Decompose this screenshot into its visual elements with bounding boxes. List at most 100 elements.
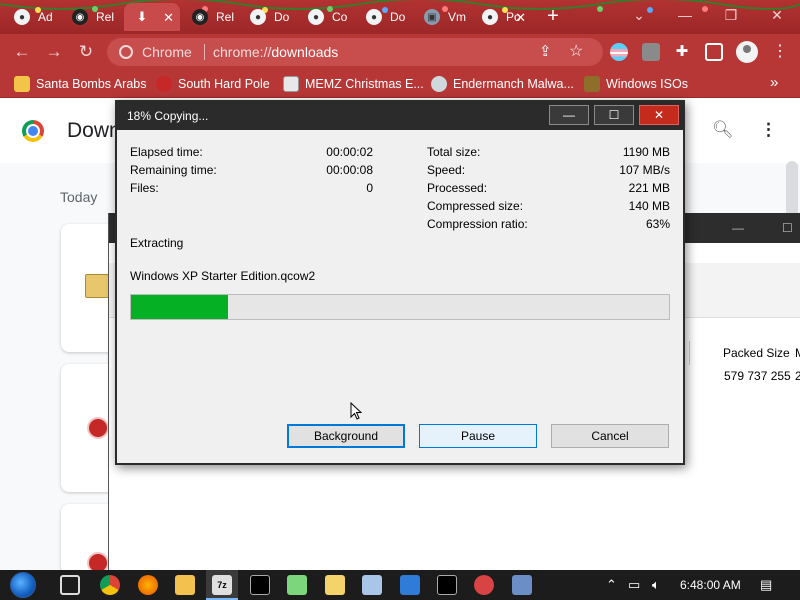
firefox-taskbar-icon[interactable]	[138, 575, 158, 595]
minimize-button[interactable]: —	[662, 0, 708, 30]
flag-extension-icon[interactable]	[610, 43, 628, 61]
start-button[interactable]	[10, 572, 36, 598]
packed-size-column-header[interactable]: Packed Size	[723, 346, 790, 360]
task-view-icon[interactable]	[60, 575, 80, 595]
profile-avatar[interactable]	[736, 41, 758, 63]
tab-do-2[interactable]: ● Do	[356, 3, 412, 31]
address-separator	[204, 44, 205, 60]
url-prefix: chrome://	[213, 44, 272, 60]
bookmark-star-icon[interactable]: ☆	[569, 41, 583, 61]
network-taskbar-icon[interactable]	[362, 575, 382, 595]
bookmark-santa-bombs-arabs[interactable]: Santa Bombs Arabs	[14, 76, 146, 92]
browser-toolbar: ← → ↻ Chrome chrome://downloads ⇪ ☆ ✚ ⋮	[0, 34, 800, 70]
console-taskbar-icon[interactable]	[437, 575, 457, 595]
more-bookmarks-chevron-icon[interactable]: »	[770, 74, 778, 91]
elapsed-time-value: 00:00:02	[326, 145, 373, 159]
total-size-value: 1190 MB	[622, 145, 670, 159]
background-button[interactable]: Background	[287, 424, 405, 448]
chrome-taskbar-icon[interactable]	[100, 575, 120, 595]
tab-search-button[interactable]: ⌄	[616, 0, 662, 30]
tab-downloads[interactable]: ⬇ ✕	[124, 3, 180, 31]
address-bar[interactable]: Chrome chrome://downloads ⇪ ☆	[107, 38, 603, 66]
7zip-taskbar-icon[interactable]: 7z	[212, 575, 232, 595]
elapsed-time-label: Elapsed time:	[130, 145, 203, 159]
tab-label: Vm	[448, 10, 466, 24]
globe-icon: ●	[308, 9, 324, 25]
url-page: downloads	[271, 44, 339, 60]
gift-taskbar-icon[interactable]	[474, 575, 494, 595]
url-text[interactable]: chrome://downloads	[213, 44, 338, 60]
compression-ratio-value: 63%	[645, 217, 670, 231]
close-window-button[interactable]: ✕	[754, 0, 800, 30]
network-tray-icon[interactable]: ▭	[628, 577, 640, 593]
minimize-icon[interactable]: —	[732, 221, 772, 235]
tab-github-release-2[interactable]: ◉ Rel	[182, 3, 238, 31]
chrome-logo-icon	[22, 120, 44, 142]
s-extension-icon[interactable]	[642, 43, 660, 61]
show-hidden-icons-icon[interactable]: ⌃	[606, 577, 617, 593]
side-panel-icon[interactable]	[705, 43, 723, 61]
processed-value: 221 MB	[628, 181, 670, 195]
globe-icon: ●	[250, 9, 266, 25]
close-tab-icon[interactable]: ✕	[163, 10, 174, 26]
bookmark-endermanch-malware[interactable]: Endermanch Malwa...	[431, 76, 574, 92]
globe-icon: ●	[482, 9, 498, 25]
tab-co[interactable]: ● Co	[298, 3, 354, 31]
compression-ratio-label: Compression ratio:	[427, 217, 528, 231]
dialog-maximize-button[interactable]: ☐	[594, 105, 634, 125]
bookmark-memz-christmas[interactable]: MEMZ Christmas E...	[283, 76, 424, 92]
archive-file-icon	[85, 274, 109, 298]
dialog-close-button[interactable]: ✕	[639, 105, 679, 125]
restore-button[interactable]: ❐	[708, 0, 754, 30]
tab-ad[interactable]: ● Ad	[4, 3, 60, 31]
cancel-button[interactable]: Cancel	[551, 424, 669, 448]
maximize-icon[interactable]: ☐	[782, 221, 800, 235]
github-icon: ◉	[72, 9, 88, 25]
operation-label: Extracting	[130, 236, 184, 250]
share-icon[interactable]: ⇪	[539, 42, 552, 60]
bookmark-windows-isos[interactable]: Windows ISOs	[584, 76, 688, 92]
dialog-minimize-button[interactable]: —	[549, 105, 589, 125]
taskbar-clock[interactable]: 6:48:00 AM	[680, 578, 741, 592]
puzzle-extensions-icon[interactable]: ✚	[673, 43, 691, 61]
new-tab-button[interactable]: +	[542, 5, 564, 27]
globe-icon: ●	[14, 9, 30, 25]
close-tab-icon[interactable]: ✕	[515, 10, 526, 26]
edit-taskbar-icon[interactable]	[325, 575, 345, 595]
command-prompt-taskbar-icon[interactable]	[250, 575, 270, 595]
monitor-taskbar-icon[interactable]	[512, 575, 532, 595]
tab-do-1[interactable]: ● Do	[240, 3, 296, 31]
tab-label: Rel	[96, 10, 115, 24]
reload-button[interactable]: ↻	[76, 42, 96, 62]
date-section-heading: Today	[60, 189, 98, 205]
globe-icon: ●	[366, 9, 382, 25]
more-options-icon[interactable]: ⋮	[760, 120, 777, 140]
tab-github-release-1[interactable]: ◉ Rel	[62, 3, 118, 31]
search-icon[interactable]: 🔍︎	[712, 120, 734, 140]
remaining-time-value: 00:00:08	[326, 163, 373, 177]
current-file-name: Windows XP Starter Edition.qcow2	[130, 269, 316, 283]
file-explorer-taskbar-icon[interactable]	[175, 575, 195, 595]
bookmark-south-hard-pole[interactable]: South Hard Pole	[156, 76, 270, 92]
next-column-header[interactable]: M	[795, 346, 800, 360]
bookmark-label: Santa Bombs Arabs	[36, 77, 147, 91]
pause-button[interactable]: Pause	[419, 424, 537, 448]
chrome-menu-icon[interactable]: ⋮	[772, 41, 788, 61]
tab-label: Do	[390, 10, 406, 24]
app-taskbar-icon[interactable]	[400, 575, 420, 595]
tab-po[interactable]: ● Po ✕	[472, 3, 532, 31]
tab-vm[interactable]: ▣ Vm	[414, 3, 470, 31]
notifications-icon[interactable]: ▤	[760, 577, 772, 593]
app-icon	[14, 76, 30, 92]
image-icon	[283, 76, 299, 92]
back-button[interactable]: ←	[12, 42, 32, 62]
remaining-time-label: Remaining time:	[130, 163, 217, 177]
forward-button[interactable]: →	[44, 42, 64, 62]
dialog-titlebar[interactable]: 18% Copying... — ☐ ✕	[117, 102, 683, 130]
volume-tray-icon[interactable]: 🔈︎	[652, 577, 660, 593]
notepad-taskbar-icon[interactable]	[287, 575, 307, 595]
compressed-size-value: 140 MB	[628, 199, 670, 213]
download-icon: ⬇	[136, 9, 148, 24]
tab-label: Ad	[38, 10, 53, 24]
tab-label: Do	[274, 10, 290, 24]
